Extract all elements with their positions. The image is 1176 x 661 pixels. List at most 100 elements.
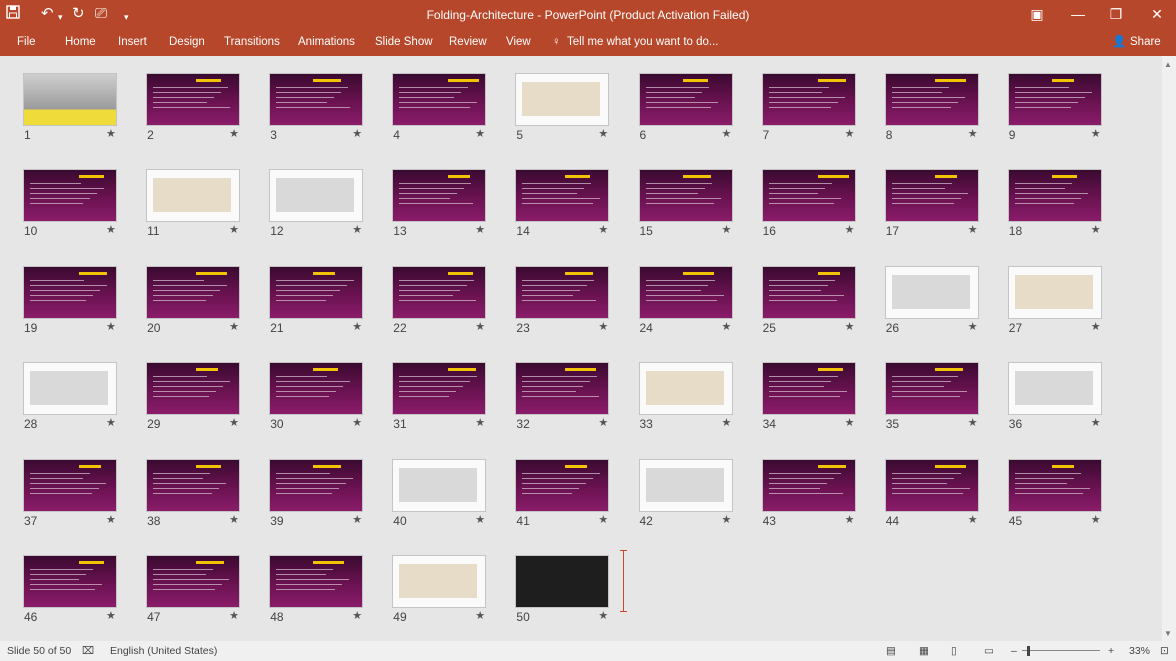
slide-thumbnail[interactable]: 21 ★: [269, 265, 381, 338]
slide-preview[interactable]: [23, 265, 117, 319]
slide-thumbnail[interactable]: 2 ★: [146, 73, 258, 145]
slide-thumbnail[interactable]: 15 ★: [638, 169, 751, 241]
slide-thumbnail[interactable]: 8 ★: [884, 73, 997, 145]
slide-thumbnail[interactable]: 40 ★: [392, 458, 504, 531]
animation-star-icon[interactable]: ★: [229, 320, 239, 333]
slide-thumbnail[interactable]: 49 ★: [392, 555, 504, 627]
animation-star-icon[interactable]: ★: [722, 416, 732, 429]
animation-star-icon[interactable]: ★: [968, 513, 978, 526]
share-icon[interactable]: 👤: [1112, 34, 1126, 50]
slide-thumbnail[interactable]: 48 ★: [269, 555, 381, 627]
scroll-up-icon[interactable]: ▲: [1164, 60, 1172, 69]
tab-design[interactable]: Design: [169, 34, 205, 50]
animation-star-icon[interactable]: ★: [968, 320, 978, 333]
slide-thumbnail[interactable]: 31 ★: [392, 362, 504, 434]
slide-thumbnail[interactable]: 23 ★: [515, 265, 627, 338]
animation-star-icon[interactable]: ★: [598, 416, 608, 429]
animation-star-icon[interactable]: ★: [229, 223, 239, 236]
slide-preview[interactable]: [269, 458, 364, 512]
slide-preview[interactable]: [761, 73, 856, 126]
slide-sorter-view-icon[interactable]: ▦: [919, 645, 929, 657]
vertical-scrollbar[interactable]: ▲ ▼: [1162, 56, 1176, 641]
slide-thumbnail[interactable]: 3 ★: [269, 73, 381, 145]
slide-preview[interactable]: [884, 265, 979, 319]
slide-thumbnail[interactable]: 35 ★: [884, 362, 997, 434]
tab-review[interactable]: Review: [449, 34, 487, 50]
animation-star-icon[interactable]: ★: [106, 223, 116, 236]
slide-preview[interactable]: [23, 169, 117, 223]
slideshow-view-icon[interactable]: ▭: [984, 645, 994, 657]
slide-preview[interactable]: [392, 458, 487, 512]
slide-preview[interactable]: [269, 169, 364, 223]
slide-thumbnail[interactable]: 42 ★: [638, 458, 751, 531]
slide-thumbnail[interactable]: 18 ★: [1007, 169, 1120, 241]
animation-star-icon[interactable]: ★: [845, 127, 855, 140]
animation-star-icon[interactable]: ★: [229, 513, 239, 526]
slide-preview[interactable]: [515, 362, 610, 416]
animation-star-icon[interactable]: ★: [598, 609, 608, 622]
slide-preview[interactable]: [638, 362, 733, 416]
slide-preview[interactable]: [515, 458, 610, 512]
slide-thumbnail[interactable]: 46 ★: [23, 555, 135, 627]
slide-thumbnail[interactable]: 4 ★: [392, 73, 504, 145]
slide-thumbnail[interactable]: 10 ★: [23, 169, 135, 241]
slide-thumbnail[interactable]: 45 ★: [1007, 458, 1120, 531]
slide-preview[interactable]: [515, 169, 610, 223]
slide-thumbnail[interactable]: 28 ★: [23, 362, 135, 434]
animation-star-icon[interactable]: ★: [968, 127, 978, 140]
animation-star-icon[interactable]: ★: [1091, 223, 1101, 236]
slide-preview[interactable]: [392, 362, 487, 416]
slide-counter[interactable]: Slide 50 of 50: [7, 645, 71, 657]
maximize-icon[interactable]: ❐: [1106, 5, 1126, 23]
animation-star-icon[interactable]: ★: [968, 416, 978, 429]
slide-preview[interactable]: [269, 265, 364, 319]
slide-preview[interactable]: [884, 73, 979, 126]
zoom-out-button[interactable]: –: [1011, 645, 1017, 657]
animation-star-icon[interactable]: ★: [845, 513, 855, 526]
slide-preview[interactable]: [884, 169, 979, 223]
tab-slide-show[interactable]: Slide Show: [375, 34, 433, 50]
slide-preview[interactable]: [638, 265, 733, 319]
share-button[interactable]: Share: [1130, 34, 1161, 50]
fit-to-window-icon[interactable]: ⊡: [1160, 645, 1169, 657]
slide-thumbnail[interactable]: 41 ★: [515, 458, 627, 531]
slide-thumbnail[interactable]: 34 ★: [761, 362, 874, 434]
animation-star-icon[interactable]: ★: [598, 513, 608, 526]
slide-preview[interactable]: [1007, 362, 1102, 416]
slide-thumbnail[interactable]: 9 ★: [1007, 73, 1120, 145]
slide-thumbnail[interactable]: 32 ★: [515, 362, 627, 434]
slide-thumbnail[interactable]: 43 ★: [761, 458, 874, 531]
slide-preview[interactable]: [761, 458, 856, 512]
animation-star-icon[interactable]: ★: [845, 223, 855, 236]
slide-preview[interactable]: [761, 169, 856, 223]
slide-preview[interactable]: [515, 265, 610, 319]
slide-preview[interactable]: [269, 73, 364, 126]
slide-thumbnail[interactable]: 24 ★: [638, 265, 751, 338]
slide-preview[interactable]: [392, 73, 487, 126]
slide-preview[interactable]: [1007, 458, 1102, 512]
zoom-level[interactable]: 33%: [1129, 645, 1150, 657]
tab-file[interactable]: File: [17, 34, 36, 50]
slide-preview[interactable]: [23, 73, 117, 126]
animation-star-icon[interactable]: ★: [229, 416, 239, 429]
animation-star-icon[interactable]: ★: [106, 609, 116, 622]
animation-star-icon[interactable]: ★: [598, 223, 608, 236]
slide-preview[interactable]: [23, 555, 117, 608]
language-indicator[interactable]: English (United States): [110, 645, 217, 657]
animation-star-icon[interactable]: ★: [722, 223, 732, 236]
slide-preview[interactable]: [392, 169, 487, 223]
slide-thumbnail[interactable]: 27 ★: [1007, 265, 1120, 338]
slide-preview[interactable]: [269, 555, 364, 608]
slide-preview[interactable]: [392, 265, 487, 319]
slide-preview[interactable]: [638, 169, 733, 223]
slide-preview[interactable]: [146, 169, 241, 223]
slide-preview[interactable]: [761, 265, 856, 319]
animation-star-icon[interactable]: ★: [352, 609, 362, 622]
tab-animations[interactable]: Animations: [298, 34, 355, 50]
zoom-in-button[interactable]: +: [1108, 645, 1114, 657]
animation-star-icon[interactable]: ★: [1091, 320, 1101, 333]
slide-preview[interactable]: [1007, 265, 1102, 319]
slide-preview[interactable]: [146, 265, 241, 319]
slide-preview[interactable]: [638, 458, 733, 512]
slide-thumbnail[interactable]: 6 ★: [638, 73, 751, 145]
